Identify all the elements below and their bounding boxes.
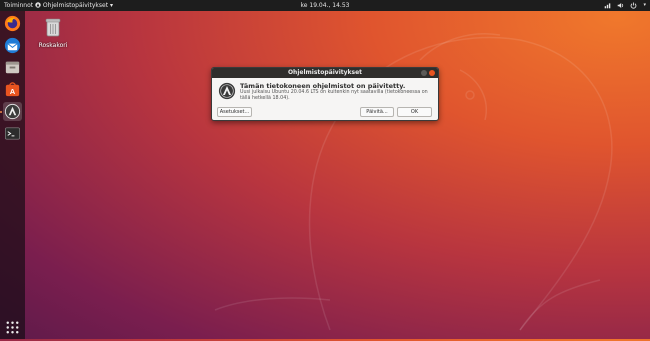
power-icon — [631, 2, 637, 9]
minimize-icon[interactable] — [421, 70, 427, 76]
terminal-launcher[interactable] — [3, 124, 22, 143]
update-button[interactable]: Päivitä... — [360, 107, 394, 117]
software-center-launcher[interactable]: A — [3, 80, 22, 99]
trash-label: Roskakori — [38, 42, 68, 49]
files-launcher[interactable] — [3, 58, 22, 77]
system-tray[interactable]: ▾ — [604, 0, 646, 11]
thunderbird-launcher[interactable] — [3, 36, 22, 55]
wallpaper-mascot-outline — [214, 33, 613, 331]
window-controls — [421, 70, 435, 76]
files-icon — [5, 61, 20, 74]
clock[interactable]: ke 19.04., 14.53 — [0, 0, 650, 11]
dialog-heading: Tämän tietokoneen ohjelmistot on päivite… — [240, 82, 406, 90]
thunderbird-icon — [4, 37, 21, 54]
dialog-message: Uusi julkaisu Ubuntu 20.04.6 LTS on kuit… — [240, 90, 428, 101]
ok-button[interactable]: OK — [397, 107, 432, 117]
dialog-titlebar[interactable]: Ohjelmistopäivitykset — [212, 68, 438, 78]
dialog-title: Ohjelmistopäivitykset — [287, 69, 363, 76]
dock: A — [0, 11, 25, 339]
active-indicator — [0, 111, 2, 113]
network-icon — [605, 3, 611, 9]
software-center-icon: A — [5, 82, 20, 97]
show-apps-icon — [6, 321, 19, 334]
menu-arrow-icon: ▾ — [643, 2, 646, 8]
software-updater-icon — [218, 82, 236, 100]
close-icon[interactable] — [429, 70, 435, 76]
settings-button[interactable]: Asetukset... — [217, 107, 252, 117]
top-bar: Toiminnot Ohjelmistopäivitykset ▾ ke 19.… — [0, 0, 650, 11]
show-apps-button[interactable] — [3, 318, 22, 337]
software-updater-icon — [4, 103, 21, 120]
firefox-icon — [4, 15, 21, 32]
software-updater-launcher[interactable] — [3, 102, 22, 121]
firefox-launcher[interactable] — [3, 14, 22, 33]
volume-icon — [618, 3, 624, 8]
terminal-icon — [5, 127, 20, 140]
svg-text:A: A — [10, 87, 16, 96]
software-updater-dialog: Ohjelmistopäivitykset Tämän tietokoneen … — [211, 67, 439, 121]
desktop-trash[interactable]: Roskakori — [37, 17, 69, 49]
trash-icon — [45, 18, 61, 37]
